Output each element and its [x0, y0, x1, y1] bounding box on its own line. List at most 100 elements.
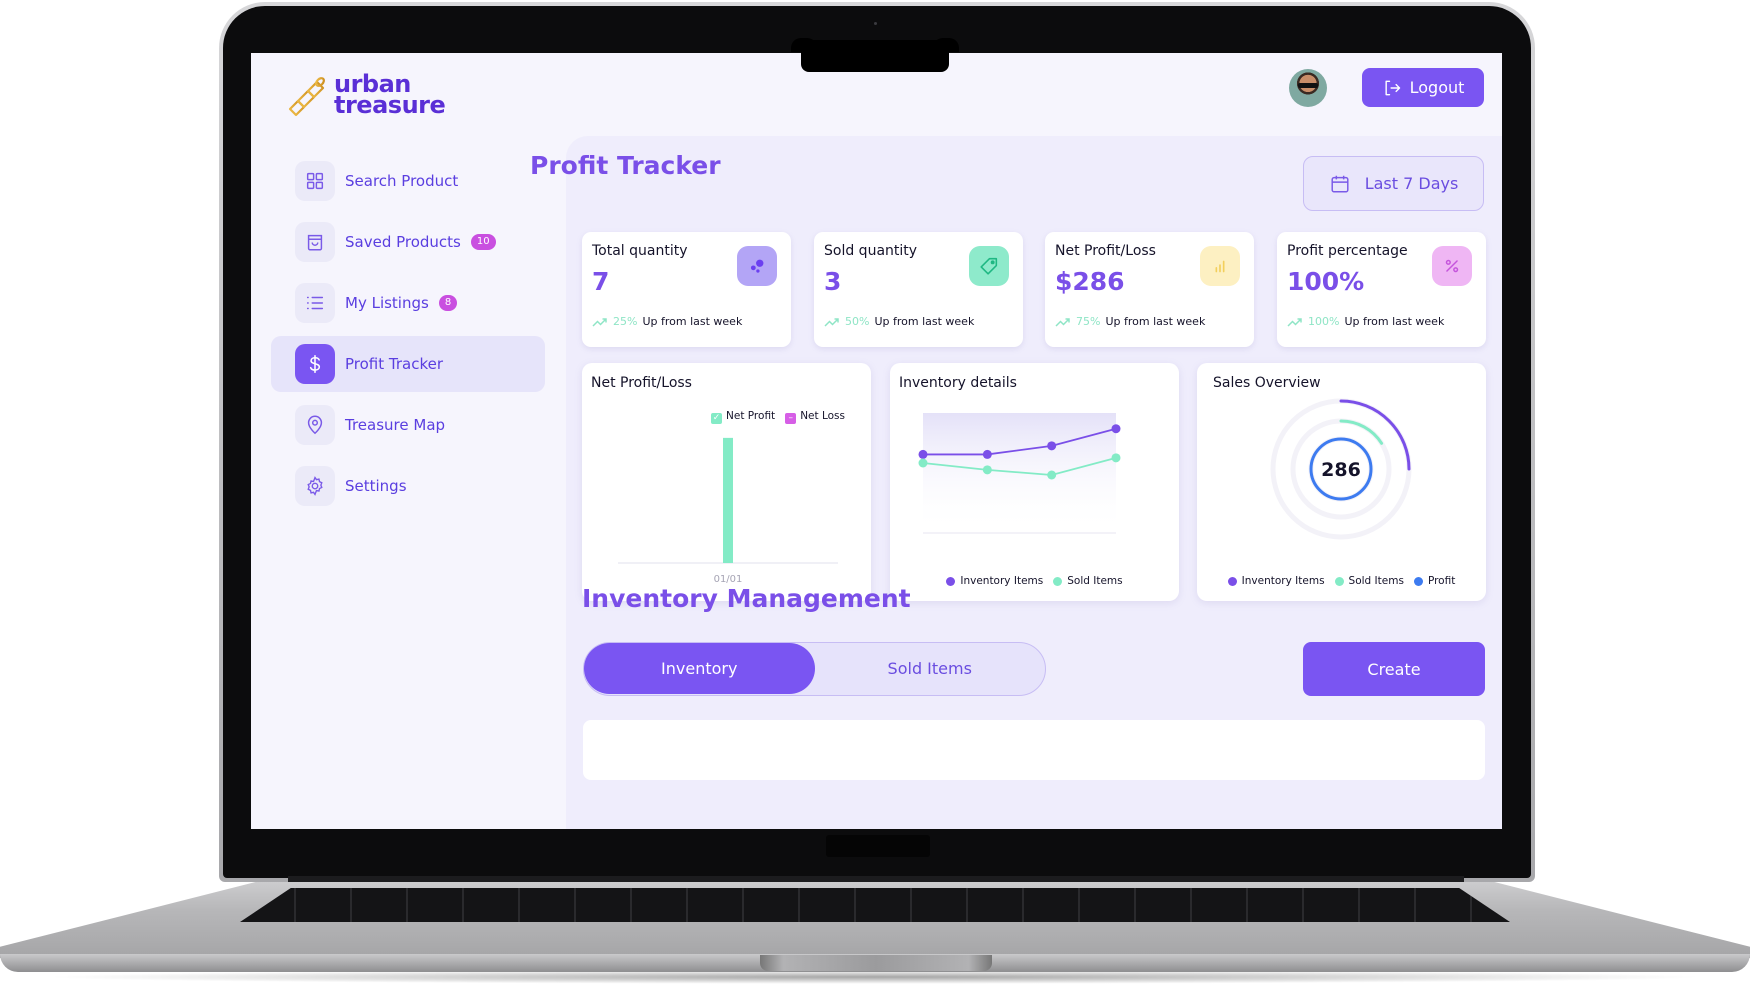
net-profit-loss-chart: 01/01 — [618, 437, 838, 585]
camera-notch — [791, 38, 959, 72]
tag-icon — [969, 246, 1009, 286]
sidebar-item-label: Settings — [345, 477, 407, 495]
calendar-icon — [1331, 175, 1349, 193]
legend-dot-icon — [1053, 576, 1063, 586]
sidebar-item-settings[interactable]: Settings — [271, 458, 545, 514]
user-avatar[interactable] — [1289, 69, 1327, 107]
checkbox-minus-icon: – — [785, 412, 797, 424]
stat-value: $286 — [1055, 267, 1125, 296]
map-pin-icon — [295, 405, 335, 445]
legend-dot-icon — [1227, 576, 1237, 586]
legend-item-inventory-items[interactable]: Inventory Items — [946, 575, 1043, 587]
data-point — [918, 458, 928, 468]
brand-logo[interactable]: urban treasure — [284, 72, 446, 119]
center-value: 286 — [1321, 459, 1361, 481]
inventory-details-chart — [918, 413, 1121, 534]
sales-overview-chart: 286 — [1270, 398, 1412, 540]
stat-title: Profit percentage — [1287, 243, 1408, 259]
saved-products-count-badge: 10 — [470, 234, 496, 250]
stat-change-percent: 25% — [613, 315, 638, 328]
percent-icon — [1432, 246, 1472, 286]
stat-change-text: Up from last week — [1344, 315, 1445, 328]
stat-title: Sold quantity — [824, 243, 918, 259]
brand-name-line2: treasure — [334, 91, 446, 119]
stat-title: Total quantity — [592, 243, 688, 259]
logout-icon — [1385, 80, 1400, 95]
sidebar-item-profit-tracker[interactable]: Profit Tracker — [271, 336, 545, 392]
grid-icon — [295, 161, 335, 201]
stat-title: Net Profit/Loss — [1055, 243, 1156, 259]
data-point — [1047, 441, 1057, 451]
data-point — [918, 449, 928, 459]
legend-item-net-loss[interactable]: – Net Loss — [785, 410, 845, 424]
shopping-bag-icon — [295, 222, 335, 262]
laptop-hinge — [288, 876, 1464, 882]
legend-dot-icon — [1334, 576, 1344, 586]
sales-overview-chart-card: 286 Sales Overview Inventory Items Sold … — [1197, 363, 1486, 601]
tab-inventory[interactable]: Inventory — [584, 643, 815, 694]
legend-item-net-profit[interactable]: ✓ Net Profit — [711, 410, 775, 424]
create-button[interactable]: Create — [1303, 642, 1485, 696]
trend-up-icon — [824, 317, 839, 327]
stat-change: 75% Up from last week — [1055, 315, 1205, 328]
legend-item-sold-items[interactable]: Sold Items — [1334, 575, 1404, 587]
sidebar-item-saved-products[interactable]: Saved Products 10 — [271, 214, 545, 270]
data-point — [1111, 424, 1121, 434]
data-point — [982, 449, 992, 459]
checkbox-checked-icon: ✓ — [711, 412, 723, 424]
stat-value: 100% — [1287, 267, 1365, 296]
legend-label: Net Profit — [726, 410, 776, 422]
bubbles-icon — [737, 246, 777, 286]
laptop-thumb-notch — [760, 955, 992, 971]
app-screen: urban treasure Search Product Saved Prod… — [251, 53, 1502, 829]
stat-change: 50% Up from last week — [824, 315, 974, 328]
sidebar-item-my-listings[interactable]: My Listings 8 — [271, 275, 545, 331]
sidebar-nav: Search Product Saved Products 10 My List… — [271, 153, 545, 519]
legend-item-inventory-items[interactable]: Inventory Items — [1227, 575, 1325, 587]
page-title: Profit Tracker — [530, 151, 721, 180]
dollar-icon — [295, 344, 335, 384]
net-profit-loss-chart-card: 01/01 Net Profit/Loss ✓ Net Profit – Net L… — [582, 363, 871, 601]
chart-legend: Inventory Items Sold Items Profit — [1197, 575, 1486, 587]
logout-button[interactable]: Logout — [1362, 68, 1484, 107]
sidebar-item-label: My Listings — [345, 294, 429, 312]
stat-change-text: Up from last week — [1105, 315, 1206, 328]
data-point — [1111, 453, 1121, 463]
legend-label: Sold Items — [1067, 575, 1123, 587]
inventory-details-chart-card: Inventory details Inventory Items Sold I… — [890, 363, 1179, 601]
legend-dot-icon — [1413, 576, 1423, 586]
stat-value: 3 — [824, 267, 842, 296]
sidebar-item-label: Saved Products — [345, 233, 461, 251]
spyglass-icon — [288, 77, 325, 117]
stat-change-percent: 75% — [1076, 315, 1101, 328]
tab-sold-items[interactable]: Sold Items — [815, 643, 1046, 694]
stat-change-text: Up from last week — [874, 315, 975, 328]
legend-label: Inventory Items — [960, 575, 1044, 587]
stat-card-sold-quantity: Sold quantity 3 50% Up from last week — [814, 232, 1023, 347]
stat-change-text: Up from last week — [642, 315, 743, 328]
sidebar-item-treasure-map[interactable]: Treasure Map — [271, 397, 545, 453]
sidebar-item-label: Search Product — [345, 172, 459, 190]
legend-item-sold-items[interactable]: Sold Items — [1053, 575, 1123, 587]
stat-change: 25% Up from last week — [592, 315, 742, 328]
legend-dot-icon — [946, 576, 956, 586]
my-listings-count-badge: 8 — [438, 295, 458, 311]
legend-label: Profit — [1427, 575, 1456, 587]
legend-label: Sold Items — [1348, 575, 1404, 587]
sidebar-item-search-product[interactable]: Search Product — [271, 153, 545, 209]
webcam — [874, 22, 877, 25]
stat-card-net-profit-loss: Net Profit/Loss $286 75% Up from last we… — [1045, 232, 1254, 347]
chart-title: Inventory details — [899, 375, 1017, 391]
stat-change: 100% Up from last week — [1287, 315, 1444, 328]
list-icon — [295, 283, 335, 323]
inventory-tabs: Inventory Sold Items — [583, 642, 1046, 696]
date-range-label: Last 7 Days — [1364, 174, 1459, 193]
date-range-button[interactable]: Last 7 Days — [1303, 156, 1484, 211]
chart-title: Net Profit/Loss — [591, 375, 692, 391]
legend-label: Inventory Items — [1241, 575, 1325, 587]
gear-icon — [295, 466, 335, 506]
logout-label: Logout — [1409, 78, 1465, 97]
trend-up-icon — [592, 317, 607, 327]
legend-item-profit[interactable]: Profit — [1413, 575, 1456, 587]
laptop-shadow — [40, 970, 1710, 984]
